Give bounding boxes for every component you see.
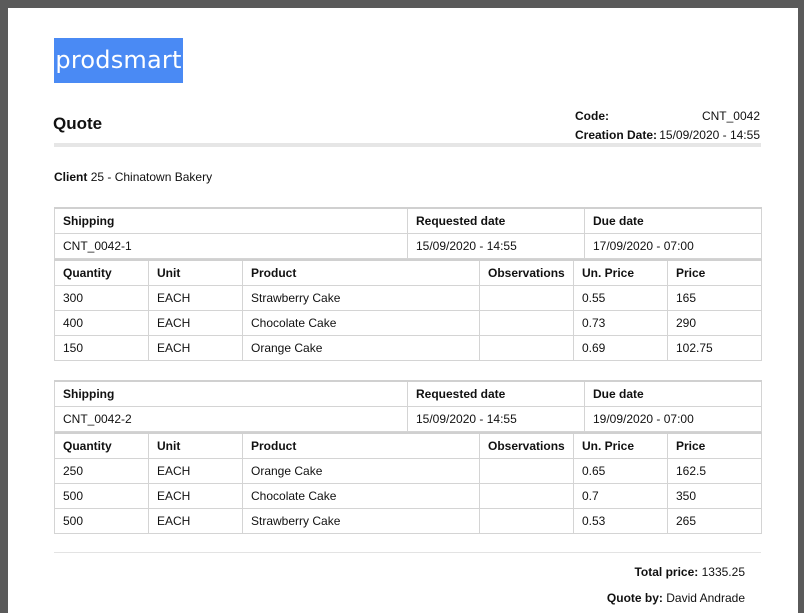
due-date: 17/09/2020 - 07:00 xyxy=(584,233,762,259)
unit-price-header: Un. Price xyxy=(573,259,668,286)
unit-price-cell: 0.7 xyxy=(573,483,668,509)
due-date-header: Due date xyxy=(584,207,762,234)
shipment-table: Shipping Requested date Due date CNT_004… xyxy=(54,207,762,259)
observations-cell xyxy=(479,508,574,534)
product-cell: Orange Cake xyxy=(242,458,480,484)
product-cell: Strawberry Cake xyxy=(242,285,480,311)
total-price: Total price: 1335.25 xyxy=(634,565,745,579)
product-cell: Strawberry Cake xyxy=(242,508,480,534)
observations-cell xyxy=(479,285,574,311)
quantity-header: Quantity xyxy=(54,259,149,286)
requested-date: 15/09/2020 - 14:55 xyxy=(407,233,585,259)
observations-header: Observations xyxy=(479,259,574,286)
quantity-cell: 500 xyxy=(54,508,149,534)
shipping-header: Shipping xyxy=(54,207,408,234)
price-cell: 102.75 xyxy=(667,335,762,361)
quantity-header: Quantity xyxy=(54,432,149,459)
unit-cell: EACH xyxy=(148,285,243,311)
shipment-table: Shipping Requested date Due date CNT_004… xyxy=(54,380,762,432)
product-cell: Orange Cake xyxy=(242,335,480,361)
table-row: 500 EACH Strawberry Cake 0.53 265 xyxy=(54,508,762,534)
unit-header: Unit xyxy=(148,259,243,286)
table-row: 250 EACH Orange Cake 0.65 162.5 xyxy=(54,458,762,484)
unit-price-header: Un. Price xyxy=(573,432,668,459)
table-row: 400 EACH Chocolate Cake 0.73 290 xyxy=(54,310,762,336)
price-cell: 290 xyxy=(667,310,762,336)
product-header: Product xyxy=(242,432,480,459)
header-divider xyxy=(54,143,761,147)
price-cell: 162.5 xyxy=(667,458,762,484)
product-header: Product xyxy=(242,259,480,286)
requested-date-header: Requested date xyxy=(407,207,585,234)
unit-header: Unit xyxy=(148,432,243,459)
table-row: 150 EACH Orange Cake 0.69 102.75 xyxy=(54,335,762,361)
requested-date: 15/09/2020 - 14:55 xyxy=(407,406,585,432)
shipment-block-1: Shipping Requested date Due date CNT_004… xyxy=(54,207,762,361)
unit-cell: EACH xyxy=(148,508,243,534)
observations-cell xyxy=(479,458,574,484)
unit-price-cell: 0.69 xyxy=(573,335,668,361)
product-cell: Chocolate Cake xyxy=(242,310,480,336)
quantity-cell: 250 xyxy=(54,458,149,484)
client-line: Client 25 - Chinatown Bakery xyxy=(54,170,212,184)
total-price-value: 1335.25 xyxy=(701,565,745,579)
price-cell: 350 xyxy=(667,483,762,509)
prodsmart-logo: prodsmart xyxy=(54,38,183,83)
price-header: Price xyxy=(667,259,762,286)
observations-cell xyxy=(479,310,574,336)
total-price-label: Total price: xyxy=(634,565,699,579)
quote-by-value: David Andrade xyxy=(666,591,745,605)
quote-by-label: Quote by: xyxy=(606,591,663,605)
due-date: 19/09/2020 - 07:00 xyxy=(584,406,762,432)
unit-price-cell: 0.53 xyxy=(573,508,668,534)
code-label: Code: xyxy=(575,108,609,123)
observations-cell xyxy=(479,335,574,361)
shipping-code: CNT_0042-1 xyxy=(54,233,408,259)
quantity-cell: 400 xyxy=(54,310,149,336)
shipping-code: CNT_0042-2 xyxy=(54,406,408,432)
quote-page: prodsmart Quote Code: CNT_0042 Creation … xyxy=(8,8,798,613)
client-label: Client xyxy=(54,170,88,184)
product-cell: Chocolate Cake xyxy=(242,483,480,509)
unit-price-cell: 0.55 xyxy=(573,285,668,311)
unit-cell: EACH xyxy=(148,458,243,484)
unit-cell: EACH xyxy=(148,335,243,361)
due-date-header: Due date xyxy=(584,380,762,407)
quote-by: Quote by: David Andrade xyxy=(607,591,745,605)
quantity-cell: 300 xyxy=(54,285,149,311)
footer-divider xyxy=(54,552,761,553)
price-header: Price xyxy=(667,432,762,459)
observations-cell xyxy=(479,483,574,509)
quote-meta: Code: CNT_0042 Creation Date: 15/09/2020… xyxy=(575,106,760,144)
creation-date-value: 15/09/2020 - 14:55 xyxy=(659,127,760,142)
requested-date-header: Requested date xyxy=(407,380,585,407)
quantity-cell: 500 xyxy=(54,483,149,509)
unit-price-cell: 0.73 xyxy=(573,310,668,336)
price-cell: 165 xyxy=(667,285,762,311)
table-row: 300 EACH Strawberry Cake 0.55 165 xyxy=(54,285,762,311)
page-title: Quote xyxy=(53,114,103,133)
table-row: 500 EACH Chocolate Cake 0.7 350 xyxy=(54,483,762,509)
creation-date-label: Creation Date: xyxy=(575,127,658,142)
code-value: CNT_0042 xyxy=(701,108,760,123)
observations-header: Observations xyxy=(479,432,574,459)
unit-cell: EACH xyxy=(148,310,243,336)
unit-cell: EACH xyxy=(148,483,243,509)
unit-price-cell: 0.65 xyxy=(573,458,668,484)
items-table: Quantity Unit Product Observations Un. P… xyxy=(54,432,762,534)
client-value: 25 - Chinatown Bakery xyxy=(90,170,213,184)
price-cell: 265 xyxy=(667,508,762,534)
shipping-header: Shipping xyxy=(54,380,408,407)
items-table: Quantity Unit Product Observations Un. P… xyxy=(54,259,762,361)
shipment-block-2: Shipping Requested date Due date CNT_004… xyxy=(54,380,762,534)
quantity-cell: 150 xyxy=(54,335,149,361)
